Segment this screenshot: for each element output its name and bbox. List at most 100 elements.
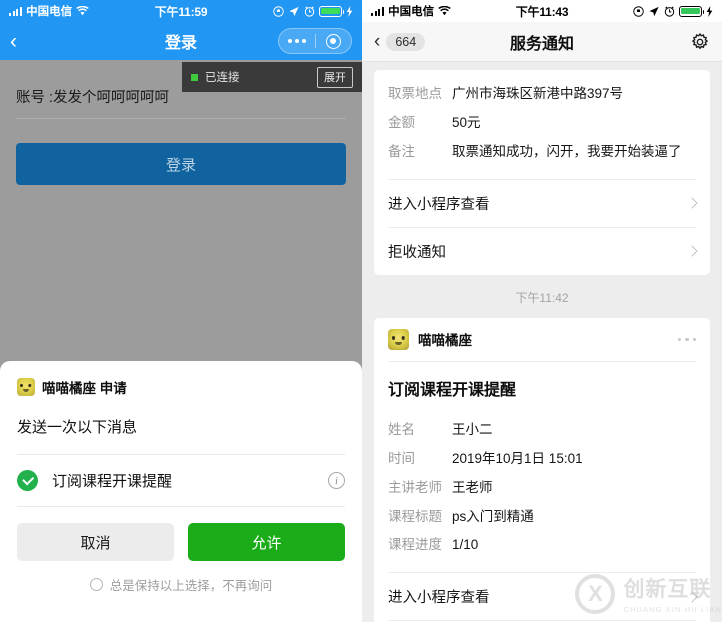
permission-row[interactable]: 订阅课程开课提醒 i xyxy=(17,455,345,506)
alarm-clock-icon xyxy=(664,5,675,17)
back-button[interactable]: ‹ xyxy=(374,32,380,51)
field-key: 取票地点 xyxy=(388,86,442,101)
chevron-right-icon xyxy=(686,197,698,209)
field-underline xyxy=(16,118,346,119)
modal-header: 喵喵橘座 申请 xyxy=(17,377,345,397)
more-dots-icon[interactable] xyxy=(677,337,696,342)
radio-unchecked-icon[interactable] xyxy=(89,578,103,591)
status-bar-right xyxy=(633,5,713,17)
modal-subtitle: 发送一次以下消息 xyxy=(17,419,138,436)
battery-icon xyxy=(679,5,705,17)
notification-list[interactable]: 取票地点 广州市海珠区新港中路397号 金额 50元 备注 取票通知成功，闪开，… xyxy=(362,62,722,622)
right-navbar: ‹ 664 服务通知 xyxy=(362,22,722,62)
field-value: ps入门到精通 xyxy=(452,508,534,524)
field-row: 姓名 王小二 xyxy=(388,416,696,445)
notification-card-course: 喵喵橘座 订阅课程开课提醒 姓名 王小二 时间 2019年10月1日 15:01 xyxy=(374,317,710,622)
permission-modal: 喵喵橘座 申请 发送一次以下消息 订阅课程开课提醒 i 取消 允许 总是保持以上… xyxy=(0,361,362,622)
field-row: 备注 取票通知成功，闪开，我要开始装逼了 xyxy=(388,138,696,167)
status-bar-left: 中国电信 xyxy=(371,3,451,19)
always-remember-row[interactable]: 总是保持以上选择，不再询问 xyxy=(17,575,345,610)
check-circle-icon[interactable] xyxy=(17,470,38,491)
field-row: 课程进度 1/10 xyxy=(388,531,696,560)
sender-name: 喵喵橘座 xyxy=(418,333,472,349)
expand-button[interactable]: 展开 xyxy=(317,66,353,88)
open-miniprogram-link[interactable]: 进入小程序查看 xyxy=(374,573,710,620)
field-key: 备注 xyxy=(388,143,415,159)
modal-button-row: 取消 允许 xyxy=(17,523,345,561)
field-key: 金额 xyxy=(388,114,415,130)
wifi-icon xyxy=(438,6,451,16)
signal-bars-icon xyxy=(9,6,23,16)
wifi-icon xyxy=(76,6,89,16)
carrier-label: 中国电信 xyxy=(26,6,73,18)
field-key: 主讲老师 xyxy=(388,479,442,495)
cat-avatar-icon xyxy=(388,328,409,350)
link-label: 拒收通知 xyxy=(388,244,446,261)
cancel-button[interactable]: 取消 xyxy=(17,523,174,561)
location-arrow-icon xyxy=(649,6,659,16)
field-value: 取票通知成功，闪开，我要开始装逼了 xyxy=(452,143,682,159)
field-row: 主讲老师 王老师 xyxy=(388,474,696,503)
alarm-clock-icon xyxy=(304,5,315,17)
back-button[interactable]: ‹ xyxy=(10,31,36,52)
field-key: 课程标题 xyxy=(388,508,442,524)
charging-bolt-icon xyxy=(346,5,353,17)
miniprogram-capsule[interactable] xyxy=(278,28,352,54)
chevron-right-icon xyxy=(686,245,698,257)
field-key: 时间 xyxy=(388,450,415,466)
field-key: 课程进度 xyxy=(388,537,442,553)
left-navbar: ‹ 登录 xyxy=(0,22,362,60)
login-button[interactable]: 登录 xyxy=(16,143,346,185)
debug-status-text: 已连接 xyxy=(205,72,240,84)
field-key: 姓名 xyxy=(388,421,415,437)
field-row: 取票地点 广州市海珠区新港中路397号 xyxy=(388,80,696,109)
field-value: 1/10 xyxy=(452,537,479,553)
lock-rotation-icon xyxy=(633,5,644,17)
field-value: 50元 xyxy=(452,114,481,130)
reject-notification-link[interactable]: 拒收通知 xyxy=(374,228,710,275)
notification-card-ticket: 取票地点 广州市海珠区新港中路397号 金额 50元 备注 取票通知成功，闪开，… xyxy=(374,70,710,275)
link-label: 进入小程序查看 xyxy=(388,196,490,213)
field-value: 广州市海珠区新港中路397号 xyxy=(452,86,624,101)
field-row: 课程标题 ps入门到精通 xyxy=(388,503,696,532)
back-unread-badge[interactable]: 664 xyxy=(386,32,426,51)
cat-avatar-icon xyxy=(17,378,35,396)
modal-divider-bottom xyxy=(17,506,345,507)
card-header[interactable]: 喵喵橘座 xyxy=(374,318,710,361)
permission-label: 订阅课程开课提醒 xyxy=(52,473,173,490)
ticket-fields: 取票地点 广州市海珠区新港中路397号 金额 50元 备注 取票通知成功，闪开，… xyxy=(374,70,710,179)
debug-connected-banner: 已连接 展开 xyxy=(182,62,362,92)
status-bar-time: 下午11:43 xyxy=(515,4,569,19)
status-bar-left: 中国电信 xyxy=(9,3,89,19)
time-divider: 下午11:42 xyxy=(515,290,569,305)
status-bar-time: 下午11:59 xyxy=(154,4,208,19)
left-phone-screen: 中国电信 下午11:59 ‹ 登录 已连接 展开 账号:发发个呵呵呵呵呵 登录… xyxy=(0,0,362,622)
green-square-dot xyxy=(191,73,198,81)
info-circle-icon[interactable]: i xyxy=(328,472,345,489)
right-status-bar: 中国电信 下午11:43 xyxy=(362,0,722,22)
open-miniprogram-link[interactable]: 进入小程序查看 xyxy=(374,180,710,227)
field-row: 金额 50元 xyxy=(388,109,696,138)
course-fields: 姓名 王小二 时间 2019年10月1日 15:01 主讲老师 王老师 课程标题… xyxy=(374,406,710,573)
target-circle-icon[interactable] xyxy=(316,33,352,49)
signal-bars-icon xyxy=(371,6,385,16)
field-row: 时间 2019年10月1日 15:01 xyxy=(388,445,696,474)
status-bar-right xyxy=(273,5,353,17)
charging-bolt-icon xyxy=(706,5,713,17)
card-title: 订阅课程开课提醒 xyxy=(388,381,517,399)
allow-button[interactable]: 允许 xyxy=(188,523,345,561)
location-arrow-icon xyxy=(289,6,299,16)
right-phone-screen: 中国电信 下午11:43 ‹ 664 服务通知 取票地点 广州市海珠区新港中路3… xyxy=(362,0,722,622)
battery-icon xyxy=(319,5,345,17)
gear-icon[interactable] xyxy=(690,32,710,52)
field-value: 2019年10月1日 15:01 xyxy=(452,450,583,466)
field-value: 王小二 xyxy=(452,421,493,437)
dual-screenshot-stage: 中国电信 下午11:59 ‹ 登录 已连接 展开 账号:发发个呵呵呵呵呵 登录… xyxy=(0,0,722,622)
more-dots-icon[interactable] xyxy=(279,39,315,43)
requester-label: 喵喵橘座 申请 xyxy=(42,381,127,396)
lock-rotation-icon xyxy=(273,5,284,17)
chevron-right-icon xyxy=(686,591,698,603)
left-status-bar: 中国电信 下午11:59 xyxy=(0,0,362,22)
carrier-label: 中国电信 xyxy=(388,6,435,18)
always-remember-label: 总是保持以上选择，不再询问 xyxy=(109,579,273,593)
